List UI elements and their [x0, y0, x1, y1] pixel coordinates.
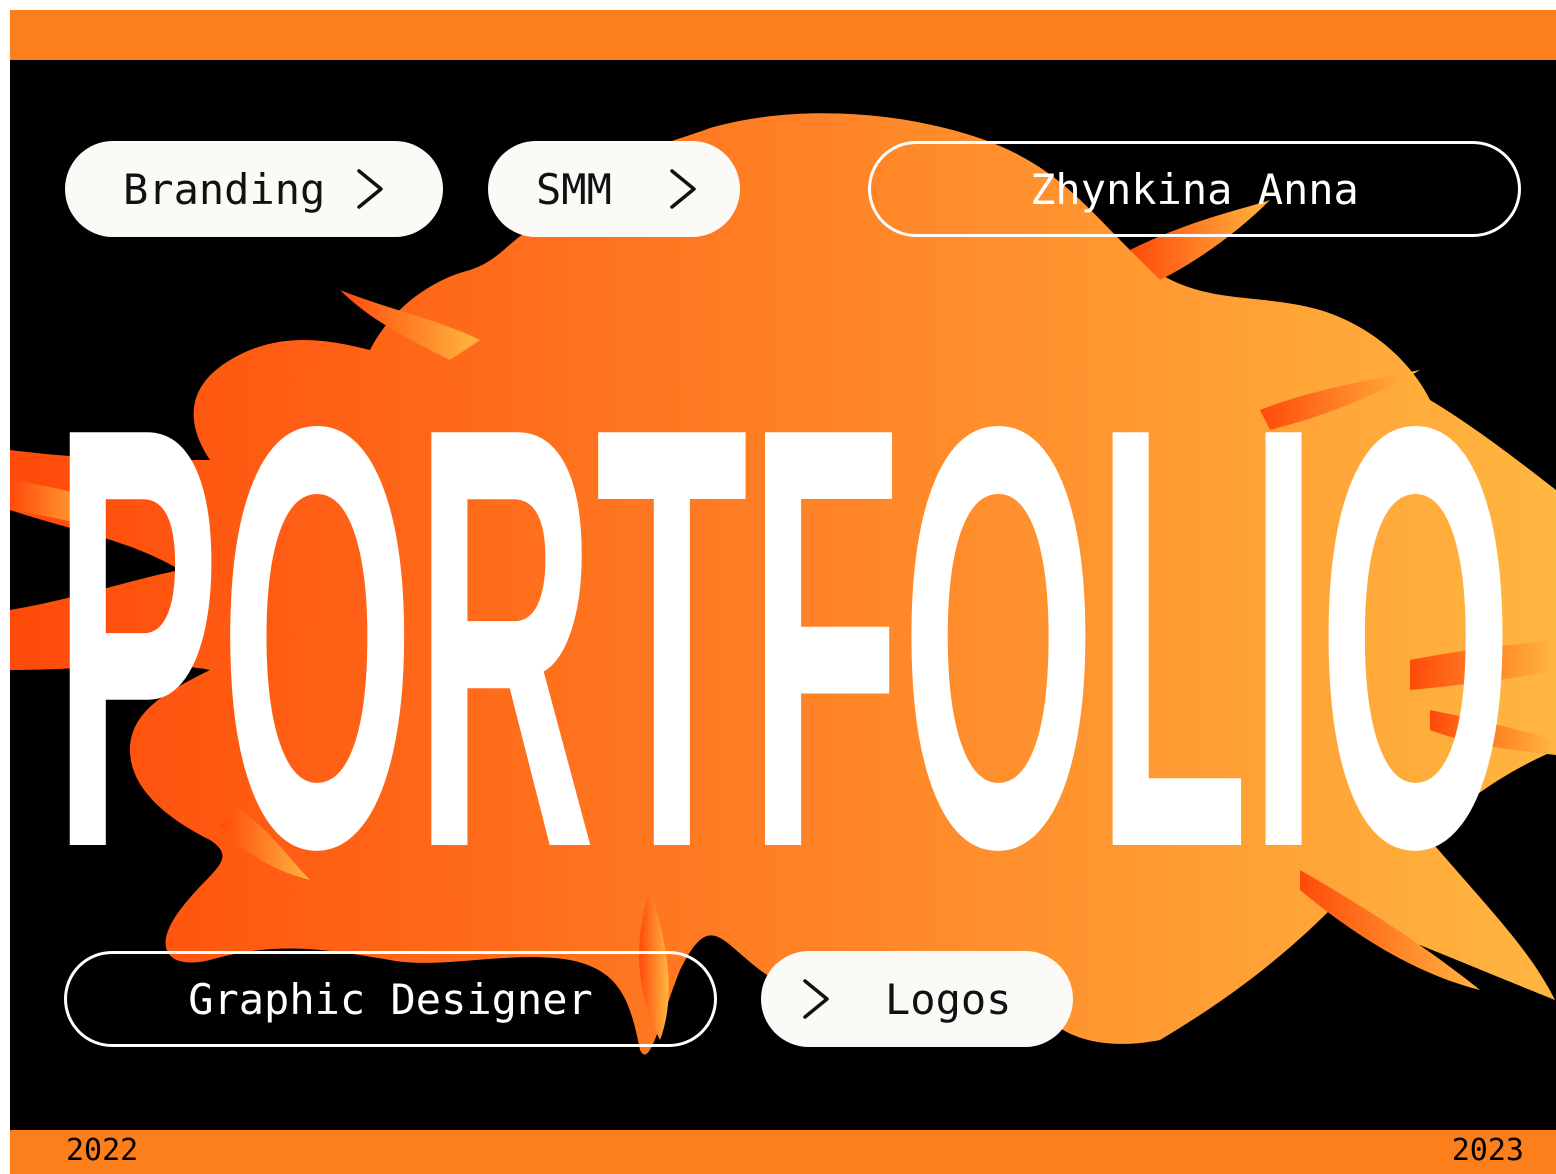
branding-label: Branding [123, 164, 326, 214]
author-name: Zhynkina Anna [1030, 164, 1359, 214]
role-label: Graphic Designer [188, 974, 593, 1024]
title-text: PORTFOLIO [53, 303, 1513, 973]
year-start: 2022 [66, 1133, 139, 1168]
year-end: 2023 [1451, 1133, 1524, 1168]
chevron-right-icon [355, 169, 385, 209]
author-name-tag: Zhynkina Anna [868, 141, 1521, 237]
chevron-right-icon [668, 169, 698, 209]
smm-tag[interactable]: SMM [488, 141, 740, 237]
logos-tag[interactable]: Logos [761, 951, 1073, 1047]
smm-label: SMM [536, 164, 612, 214]
bottom-accent-bar [10, 1130, 1556, 1174]
chevron-right-icon [801, 979, 831, 1019]
role-tag: Graphic Designer [64, 951, 717, 1047]
portfolio-cover: PORTFOLIO Branding SMM Zhynkina Anna Gra… [10, 10, 1556, 1174]
branding-tag[interactable]: Branding [65, 141, 443, 237]
logos-label: Logos [885, 974, 1012, 1024]
